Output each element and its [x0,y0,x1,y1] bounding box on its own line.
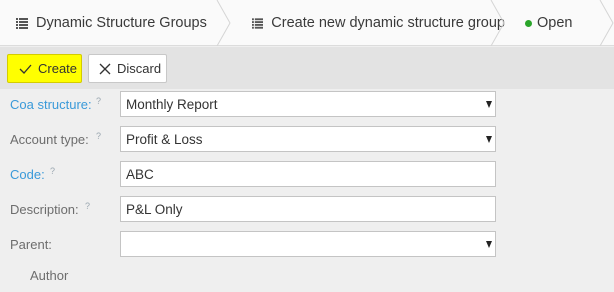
coa-structure-label: Coa structure:? [10,96,101,112]
help-icon[interactable]: ? [50,166,55,176]
coa-structure-row: Coa structure:? Monthly Report [0,91,614,119]
help-icon[interactable]: ? [96,96,101,106]
help-icon[interactable]: ? [85,201,90,211]
description-input[interactable]: P&L Only [120,196,496,222]
breadcrumb-create-new-group[interactable]: Create new dynamic structure group [231,0,505,46]
toolbar: Create Discard [0,47,614,89]
breadcrumb: Dynamic Structure Groups Create new dyna… [0,0,614,46]
breadcrumb-status-open[interactable]: Open [505,0,614,46]
close-icon [99,63,111,74]
breadcrumb-separator-icon [216,0,231,46]
account-type-row: Account type:? Profit & Loss [0,126,614,154]
code-input[interactable]: ABC [120,161,496,187]
breadcrumb-separator-icon [490,0,505,46]
description-label-text: Description: [10,202,79,217]
coa-structure-value: Monthly Report [126,96,218,112]
breadcrumb-separator-icon [599,0,614,46]
description-value: P&L Only [126,201,183,217]
account-type-label-text: Account type: [10,132,89,147]
checkmark-icon [19,64,32,74]
help-icon[interactable]: ? [96,131,101,141]
dropdown-arrow-icon[interactable] [486,101,492,108]
code-row: Code:? ABC [0,161,614,189]
breadcrumb-label: Dynamic Structure Groups [36,15,207,31]
description-label: Description:? [10,201,90,217]
breadcrumb-dynamic-structure-groups[interactable]: Dynamic Structure Groups [0,0,231,46]
dropdown-arrow-icon[interactable] [486,136,492,143]
status-dot-icon [525,19,532,27]
parent-label: Parent: [10,237,52,252]
code-label-text: Code: [10,167,45,182]
code-value: ABC [126,166,154,182]
discard-button-label: Discard [117,61,162,76]
account-type-select[interactable]: Profit & Loss [120,126,496,152]
coa-structure-label-text: Coa structure: [10,97,92,112]
status-label: Open [537,15,573,31]
create-button-label: Create [38,61,78,76]
grid-icon [252,17,264,29]
dropdown-arrow-icon[interactable] [486,241,492,248]
breadcrumb-label: Create new dynamic structure group [271,15,505,31]
code-label: Code:? [10,166,55,182]
parent-select[interactable] [120,231,496,257]
account-type-label: Account type:? [10,131,101,147]
discard-button[interactable]: Discard [88,54,167,83]
account-type-value: Profit & Loss [126,131,203,147]
parent-row: Parent: [0,231,614,259]
create-button[interactable]: Create [7,54,82,83]
grid-icon [16,17,28,29]
description-row: Description:? P&L Only [0,196,614,224]
coa-structure-select[interactable]: Monthly Report [120,91,496,117]
author-label: Author [30,268,69,283]
